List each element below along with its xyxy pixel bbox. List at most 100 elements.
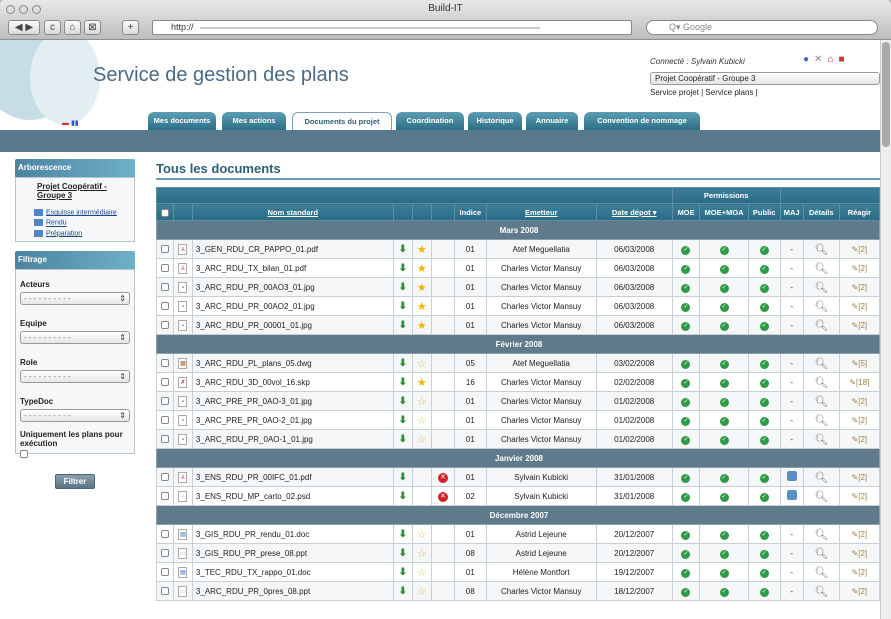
details-magnifier-icon[interactable]: 🔍︎ — [814, 263, 828, 275]
file-name[interactable]: 3_ENS_RDU_MP_carto_02.psd — [191, 486, 394, 506]
permission-moe-icon[interactable]: ✓ — [681, 587, 691, 597]
permission-public-icon[interactable]: ✓ — [759, 359, 769, 369]
tab-mes-documents[interactable]: Mes documents — [148, 112, 216, 130]
file-name[interactable]: 3_ARC_RDU_3D_00vol_16.skp — [191, 372, 394, 392]
file-name[interactable]: 3_ARC_RDU_PR_00AO2_01.jpg — [191, 296, 394, 316]
permission-moe-moa-icon[interactable]: ✓ — [719, 321, 729, 331]
folder-preparation[interactable]: Préparation — [34, 230, 130, 237]
permission-moe-moa-icon[interactable]: ✓ — [719, 492, 729, 502]
permission-public-icon[interactable]: ✓ — [759, 473, 769, 483]
star-icon[interactable]: ☆ — [417, 567, 427, 579]
star-icon[interactable]: ★ — [417, 377, 427, 389]
only-exec-checkbox[interactable] — [20, 449, 28, 458]
details-magnifier-icon[interactable]: 🔍︎ — [814, 567, 828, 579]
file-name[interactable]: 3_ENS_RDU_PR_00IFC_01.pdf — [191, 467, 394, 487]
permission-public-icon[interactable]: ✓ — [759, 245, 769, 255]
file-name[interactable]: 3_GIS_RDU_PR_rendu_01.doc — [191, 524, 394, 544]
row-checkbox[interactable] — [160, 245, 169, 254]
permission-moe-moa-icon[interactable]: ✓ — [719, 245, 729, 255]
home-icon[interactable]: ⌂ — [827, 54, 838, 65]
filter-role-select[interactable]: - - - - - - - - - - — [20, 370, 130, 384]
update-icon[interactable] — [786, 490, 797, 500]
reload-button[interactable]: c — [44, 20, 61, 35]
file-name[interactable]: 3_GIS_RDU_PR_prese_08.ppt — [191, 543, 394, 563]
permission-moe-icon[interactable]: ✓ — [681, 435, 691, 445]
permission-moe-moa-icon[interactable]: ✓ — [719, 530, 729, 540]
permission-public-icon[interactable]: ✓ — [759, 549, 769, 559]
download-icon[interactable]: ⬇ — [399, 301, 407, 312]
details-magnifier-icon[interactable]: 🔍︎ — [814, 377, 828, 389]
tab-historique[interactable]: Historique — [468, 112, 522, 130]
details-magnifier-icon[interactable]: 🔍︎ — [814, 548, 828, 560]
permission-moe-moa-icon[interactable]: ✓ — [719, 264, 729, 274]
permission-moe-moa-icon[interactable]: ✓ — [719, 302, 729, 312]
update-icon[interactable] — [786, 471, 797, 481]
download-icon[interactable]: ⬇ — [399, 491, 407, 502]
permission-public-icon[interactable]: ✓ — [759, 264, 769, 274]
star-icon[interactable]: ☆ — [417, 358, 427, 370]
permission-moe-icon[interactable]: ✓ — [681, 530, 691, 540]
tab-annuaire[interactable]: Annuaire — [526, 112, 578, 130]
file-name[interactable]: 3_ARC_RDU_PR_00AO3_01.jpg — [191, 277, 394, 297]
service-links[interactable]: Service projet | Service plans | — [650, 88, 758, 97]
col-emetteur[interactable]: Emetteur — [485, 203, 597, 221]
permission-moe-icon[interactable]: ✓ — [681, 568, 691, 578]
permission-public-icon[interactable]: ✓ — [759, 435, 769, 445]
delete-icon[interactable]: ✕ — [437, 491, 448, 502]
tab-documents-projet[interactable]: Documents du projet — [292, 112, 392, 130]
col-select-all[interactable] — [156, 203, 174, 221]
details-magnifier-icon[interactable]: 🔍︎ — [814, 358, 828, 370]
row-checkbox[interactable] — [160, 283, 169, 292]
search-field[interactable]: Q▾ Google — [646, 20, 878, 35]
filter-typedoc-select[interactable]: - - - - - - - - - - — [20, 409, 130, 423]
file-name[interactable]: 3_ARC_RDU_PR_00001_01.jpg — [191, 315, 394, 335]
scrollbar-thumb[interactable] — [882, 42, 890, 147]
download-icon[interactable]: ⬇ — [399, 263, 407, 274]
flag-fr-icon[interactable]: ▮▮ — [71, 120, 79, 127]
star-icon[interactable]: ☆ — [417, 434, 427, 446]
permission-public-icon[interactable]: ✓ — [759, 378, 769, 388]
star-icon[interactable]: ☆ — [417, 396, 427, 408]
download-icon[interactable]: ⬇ — [399, 529, 407, 540]
row-checkbox[interactable] — [160, 416, 169, 425]
permission-moe-icon[interactable]: ✓ — [681, 416, 691, 426]
folder-esquisse[interactable]: Esquisse intermédiaire — [34, 209, 130, 216]
download-icon[interactable]: ⬇ — [399, 472, 407, 483]
download-icon[interactable]: ⬇ — [399, 244, 407, 255]
details-magnifier-icon[interactable]: 🔍︎ — [814, 396, 828, 408]
logout-icon[interactable]: ■ — [838, 54, 849, 65]
details-magnifier-icon[interactable]: 🔍︎ — [814, 320, 828, 332]
file-name[interactable]: 3_ARC_RDU_PL_plans_05.dwg — [191, 353, 394, 373]
row-checkbox[interactable] — [160, 435, 169, 444]
star-icon[interactable]: ☆ — [417, 548, 427, 560]
vertical-scrollbar[interactable] — [880, 40, 891, 619]
star-icon[interactable]: ★ — [417, 320, 427, 332]
file-name[interactable]: 3_GEN_RDU_CR_PAPPO_01.pdf — [191, 239, 394, 259]
row-checkbox[interactable] — [160, 378, 169, 387]
row-checkbox[interactable] — [160, 359, 169, 368]
tab-coordination[interactable]: Coordination — [396, 112, 464, 130]
permission-moe-icon[interactable]: ✓ — [681, 549, 691, 559]
details-magnifier-icon[interactable]: 🔍︎ — [814, 586, 828, 598]
star-icon[interactable]: ★ — [417, 301, 427, 313]
file-name[interactable]: 3_ARC_RDU_TX_bilan_01.pdf — [191, 258, 394, 278]
details-magnifier-icon[interactable]: 🔍︎ — [814, 434, 828, 446]
permission-moe-moa-icon[interactable]: ✓ — [719, 568, 729, 578]
tab-convention-nommage[interactable]: Convention de nommage — [584, 112, 700, 130]
row-checkbox[interactable] — [160, 302, 169, 311]
file-name[interactable]: 3_ARC_PRE_PR_0AO-2_01.jpg — [191, 410, 394, 430]
language-flags[interactable]: ▬ ▮▮ — [62, 119, 79, 127]
row-checkbox[interactable] — [160, 473, 169, 482]
filter-button[interactable]: Filtrer — [55, 474, 95, 490]
filter-equipe-select[interactable]: - - - - - - - - - - — [20, 331, 130, 345]
details-magnifier-icon[interactable]: 🔍︎ — [814, 301, 828, 313]
permission-moe-icon[interactable]: ✓ — [681, 283, 691, 293]
select-all-checkbox[interactable] — [160, 208, 169, 217]
permission-public-icon[interactable]: ✓ — [759, 587, 769, 597]
details-magnifier-icon[interactable]: 🔍︎ — [814, 282, 828, 294]
permission-moe-moa-icon[interactable]: ✓ — [719, 416, 729, 426]
download-icon[interactable]: ⬇ — [399, 282, 407, 293]
star-icon[interactable]: ☆ — [417, 529, 427, 541]
permission-moe-icon[interactable]: ✓ — [681, 492, 691, 502]
permission-moe-icon[interactable]: ✓ — [681, 302, 691, 312]
